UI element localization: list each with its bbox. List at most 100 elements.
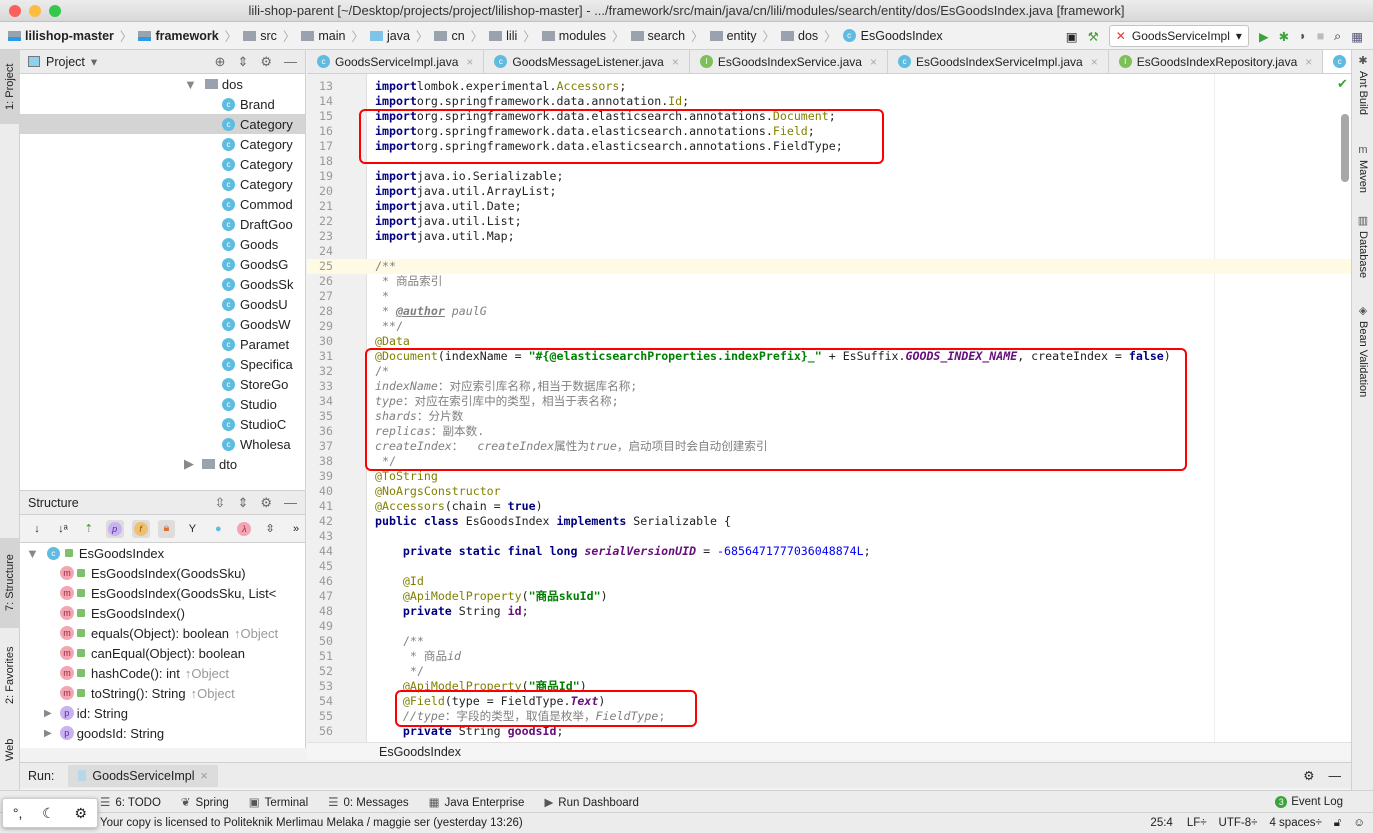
editor-scrollbar[interactable] <box>1341 114 1349 182</box>
tree-folder-dto[interactable]: ▶ dto <box>20 454 305 474</box>
chevron-down-icon[interactable]: ▾ <box>91 54 97 69</box>
collapse-all-icon[interactable]: ⇕ <box>237 495 248 511</box>
breadcrumb-item[interactable]: modules 〉 <box>541 26 625 45</box>
breadcrumb-item[interactable]: src 〉 <box>243 26 295 45</box>
tree-item[interactable]: c StudioC <box>20 414 305 434</box>
code-line[interactable]: 22 importjava.util.List; <box>307 214 1351 229</box>
close-icon[interactable]: × <box>201 769 208 783</box>
run-tab[interactable]: GoodsServiceImpl × <box>68 764 218 787</box>
tree-item[interactable]: c Specifica <box>20 354 305 374</box>
project-structure-icon[interactable]: ▦ <box>1351 29 1363 44</box>
tool-window-run-dashboard[interactable]: ▶ Run Dashboard <box>544 795 638 809</box>
run-config-select[interactable]: ✕ GoodsServiceImpl ▾ <box>1108 25 1249 47</box>
editor-tab[interactable]: c GoodsServiceImpl.java × <box>307 50 485 73</box>
code-line[interactable]: 19 importjava.io.Serializable; <box>307 169 1351 184</box>
tool-window-java-enterprise[interactable]: ▦ Java Enterprise <box>429 795 525 809</box>
tree-item[interactable]: c GoodsW <box>20 314 305 334</box>
editor-tab[interactable]: c EsGoodsIndexServiceImpl.java × <box>888 50 1109 73</box>
stop-icon[interactable]: ■ <box>1317 29 1325 43</box>
debug-icon[interactable]: ✱ <box>1279 29 1289 44</box>
editor-tab[interactable]: I EsGoodsIndexRepository.java × <box>1109 50 1324 73</box>
breadcrumb-item[interactable]: lilishop-master 〉 <box>8 26 132 45</box>
layout-icon[interactable]: ▣ <box>1066 29 1078 44</box>
breadcrumb-item[interactable]: cn 〉 <box>434 26 483 45</box>
tree-item[interactable]: c Category <box>20 154 305 174</box>
tree-item[interactable]: c DraftGoo <box>20 214 305 234</box>
code-line[interactable]: 21 importjava.util.Date; <box>307 199 1351 214</box>
show-non-public-icon[interactable]: 🔒︎ <box>157 519 176 538</box>
structure-member[interactable]: m canEqual(Object): boolean <box>20 643 305 663</box>
code-line[interactable]: 49 <box>307 619 1351 634</box>
punctuation-icon[interactable]: °, <box>13 805 23 821</box>
caret-position[interactable]: 25:4 <box>1150 817 1172 829</box>
breadcrumb-item[interactable]: main 〉 <box>301 26 364 45</box>
code-line[interactable]: 39 @ToString <box>307 469 1351 484</box>
expand-icon[interactable]: ⇳ <box>261 520 279 538</box>
event-log-button[interactable]: 3 Event Log <box>1275 795 1343 808</box>
show-inherited-icon[interactable]: ⇡ <box>80 520 98 538</box>
structure-member[interactable]: m EsGoodsIndex() <box>20 603 305 623</box>
breadcrumb-item[interactable]: c EsGoodsIndex <box>842 29 943 43</box>
favorites-tool-tab[interactable]: 2: Favorites <box>0 635 20 715</box>
tree-item[interactable]: c StoreGo <box>20 374 305 394</box>
structure-member[interactable]: m EsGoodsIndex(GoodsSku) <box>20 563 305 583</box>
minimize-window-button[interactable] <box>29 5 41 17</box>
tree-item[interactable]: c Wholesa <box>20 434 305 454</box>
show-fields-icon[interactable]: f <box>131 519 150 538</box>
expand-arrow-icon[interactable]: ▶ <box>44 708 52 719</box>
code-line[interactable]: 50 /** <box>307 634 1351 649</box>
tree-item[interactable]: c Brand <box>20 94 305 114</box>
structure-member[interactable]: m toString(): String ↑Object <box>20 683 305 703</box>
tree-item[interactable]: c Commod <box>20 194 305 214</box>
inspector-icon[interactable]: ☺ <box>1353 817 1365 829</box>
expand-arrow-icon[interactable]: ▼ <box>26 546 39 561</box>
close-window-button[interactable] <box>9 5 21 17</box>
code-editor[interactable]: 13 importlombok.experimental.Accessors; 14… <box>307 74 1351 742</box>
close-icon[interactable]: × <box>672 55 679 69</box>
breadcrumb-item[interactable]: entity 〉 <box>709 26 775 45</box>
collapse-all-icon[interactable]: ⇕ <box>237 54 248 70</box>
code-line[interactable]: 25 /** <box>307 259 1351 274</box>
code-line[interactable]: 27 * <box>307 289 1351 304</box>
structure-member[interactable]: m EsGoodsIndex(GoodsSku, List< <box>20 583 305 603</box>
more-icon[interactable]: » <box>287 520 305 538</box>
run-icon[interactable]: ▶ <box>1259 29 1269 44</box>
structure-member[interactable]: ▶ p goodsId: String <box>20 723 305 743</box>
structure-root[interactable]: ▼ c EsGoodsIndex <box>20 543 305 563</box>
gear-icon[interactable]: ⚙ <box>1303 768 1314 783</box>
expand-arrow-icon[interactable]: ▶ <box>184 456 194 472</box>
tree-item[interactable]: c Category <box>20 114 305 134</box>
gear-icon[interactable]: ⚙ <box>75 805 88 822</box>
hide-icon[interactable]: — <box>284 54 297 69</box>
tool-window-terminal[interactable]: ▣ Terminal <box>249 795 308 809</box>
hide-icon[interactable]: — <box>1329 769 1342 783</box>
zoom-window-button[interactable] <box>49 5 61 17</box>
gear-icon[interactable]: ⚙ <box>260 54 272 70</box>
code-line[interactable]: 30 @Data <box>307 334 1351 349</box>
web-tool-tab[interactable]: Web <box>0 730 20 770</box>
code-line[interactable]: 52 */ <box>307 664 1351 679</box>
breadcrumb-item[interactable]: search 〉 <box>630 26 704 45</box>
code-line[interactable]: 45 <box>307 559 1351 574</box>
editor-tab[interactable]: I EsGoodsIndexService.java × <box>690 50 888 73</box>
tree-item[interactable]: c Category <box>20 134 305 154</box>
sort-by-visibility-icon[interactable]: ↓ <box>28 520 46 538</box>
tree-folder-dos[interactable]: ▼ dos <box>20 74 305 94</box>
right-tool-maven[interactable]: m Maven <box>1352 140 1373 193</box>
tree-item[interactable]: c GoodsG <box>20 254 305 274</box>
code-line[interactable]: 46 @Id <box>307 574 1351 589</box>
right-tool-database[interactable]: ▥ Database <box>1352 210 1373 278</box>
moon-icon[interactable]: ☾ <box>42 805 55 822</box>
expand-arrow-icon[interactable]: ▶ <box>44 728 52 739</box>
code-line[interactable]: 23 importjava.util.Map; <box>307 229 1351 244</box>
tool-window-todo[interactable]: ☰ 6: TODO <box>100 795 161 809</box>
tree-item[interactable]: c GoodsU <box>20 294 305 314</box>
code-line[interactable]: 29 **/ <box>307 319 1351 334</box>
project-view-select[interactable]: Project <box>46 55 85 69</box>
right-tool-ant[interactable]: ✱ Ant Build <box>1352 50 1373 115</box>
line-separator-select[interactable]: LF <box>1187 817 1200 829</box>
build-hammer-icon[interactable]: ⚒ <box>1088 29 1099 44</box>
structure-member[interactable]: ▶ p id: String <box>20 703 305 723</box>
coverage-icon[interactable]: ◗ <box>1299 29 1307 43</box>
tree-item[interactable]: c GoodsSk <box>20 274 305 294</box>
